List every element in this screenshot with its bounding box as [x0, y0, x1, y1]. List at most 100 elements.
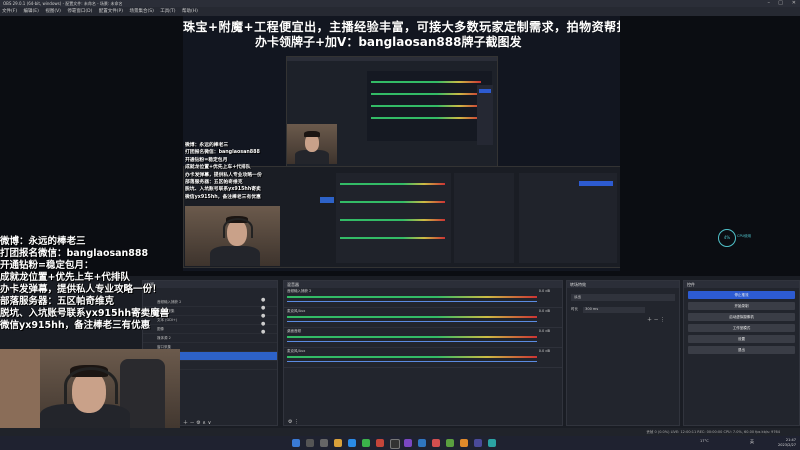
mixer-dock-title: 混音器 — [284, 281, 562, 288]
mixer-channel-db: 0.0 dB — [538, 329, 550, 333]
mixer-channel: 麦克风/Aux 0.0 dB — [284, 348, 562, 368]
controls-dock-title: 控件 — [684, 281, 799, 288]
eye-icon[interactable]: ● — [261, 305, 275, 313]
duration-row: 时长 300 ms — [571, 307, 675, 313]
transition-select[interactable]: 淡出 — [571, 294, 675, 301]
preview-canvas[interactable]: 微博：永远的棒老三 打团报名微信：banglaosan888 开通钻粉=稳定包月… — [183, 16, 620, 271]
gear-icon[interactable]: ⚙ — [196, 420, 200, 426]
mixer-channel-name: 音频输入捕获 2 — [287, 289, 312, 293]
mixer-channel-db: 0.0 dB — [538, 289, 550, 293]
stop-streaming-button[interactable]: 停止推流 — [688, 291, 795, 299]
volume-slider[interactable] — [287, 341, 537, 342]
mixer-channel: 麦克风/Aux 0.0 dB — [284, 308, 562, 328]
menu-file[interactable]: 文件(F) — [2, 9, 17, 14]
overlay-line: 开通钻粉=稳定包月： — [0, 260, 94, 271]
overlay-line: 微信yx915hh，备注棒老三有优惠 — [0, 320, 151, 331]
eye-icon[interactable]: ● — [261, 321, 275, 329]
nested-titlebar — [287, 57, 497, 61]
volume-slider[interactable] — [287, 361, 537, 362]
mixer-channel-db: 0.0 dB — [538, 349, 550, 353]
audio-meter — [287, 336, 537, 338]
maximize-icon[interactable]: □ — [778, 0, 783, 7]
edge-browser-icon[interactable] — [348, 439, 356, 447]
nested-bottom-selected-source — [320, 197, 334, 203]
overlay-line: 办卡发弹幕，提供私人专业攻略一份！ — [0, 284, 162, 295]
app-icon[interactable] — [446, 439, 454, 447]
app-icon[interactable] — [376, 439, 384, 447]
gear-icon[interactable]: ⚙ — [288, 419, 292, 425]
nested-meter-3 — [371, 105, 481, 107]
start-recording-button[interactable]: 开始录制 — [688, 302, 795, 310]
menu-scene-collection[interactable]: 场景集合(S) — [129, 9, 153, 14]
audio-meter — [287, 296, 537, 298]
close-icon[interactable]: ✕ — [792, 0, 796, 7]
system-clock[interactable]: 21:47 2023/2/27 — [778, 436, 796, 448]
menu-icon[interactable]: ⋮ — [660, 317, 665, 323]
app-icon[interactable] — [488, 439, 496, 447]
nested-mixer — [367, 71, 492, 141]
menu-docks[interactable]: 停靠窗口(D) — [67, 9, 92, 14]
add-transition-icon[interactable]: ＋ — [647, 317, 652, 323]
app-icon[interactable] — [460, 439, 468, 447]
weather[interactable]: 17°C — [700, 439, 709, 443]
nested-mixer-bottom — [336, 173, 451, 263]
mixer-dock: 混音器 音频输入捕获 2 0.0 dB 麦克风/Aux 0.0 dB 桌面音频 … — [283, 280, 563, 426]
nested-bottom-meter-4 — [340, 237, 445, 239]
volume-slider[interactable] — [287, 301, 537, 302]
overlay-line: 打团报名微信：banglaosan888 — [0, 248, 149, 259]
audio-meter — [287, 316, 537, 318]
add-source-icon[interactable]: ＋ — [183, 420, 188, 426]
app-icon[interactable] — [474, 439, 482, 447]
nested-bottom-transitions — [454, 173, 514, 263]
app-icon[interactable] — [404, 439, 412, 447]
nested-meter-1 — [371, 81, 481, 83]
chevron-up-icon[interactable]: ∧ — [202, 420, 206, 426]
source-visibility-column: ● ● ● ● ● — [261, 297, 275, 407]
eye-icon[interactable]: ● — [261, 297, 275, 305]
overlay-line: 微博：永远的棒老三 — [0, 236, 86, 247]
nested-bottom-controls — [519, 173, 617, 263]
search-icon[interactable] — [306, 439, 314, 447]
audio-meter — [287, 356, 537, 358]
nested-meter-2 — [371, 93, 481, 95]
window-titlebar: OBS 29.0.1 (64-bit, windows) - 配置文件: 未命名… — [0, 0, 800, 7]
mixer-channel: 音频输入捕获 2 0.0 dB — [284, 288, 562, 308]
menu-bar: 文件(F) 编辑(E) 视图(V) 停靠窗口(D) 配置文件(P) 场景集合(S… — [0, 7, 800, 16]
app-icon[interactable] — [418, 439, 426, 447]
transition-toolbar: ＋ － ⋮ — [647, 316, 665, 323]
start-virtual-camera-button[interactable]: 启动虚拟摄像机 — [688, 313, 795, 321]
mixer-toolbar: ⚙ ⋮ — [288, 419, 299, 425]
menu-tools[interactable]: 工具(T) — [160, 9, 175, 14]
menu-icon[interactable]: ⋮ — [294, 419, 299, 425]
file-explorer-icon[interactable] — [334, 439, 342, 447]
mixer-channel: 桌面音频 0.0 dB — [284, 328, 562, 348]
duration-input[interactable]: 300 ms — [583, 307, 646, 313]
volume-slider[interactable] — [287, 321, 537, 322]
chevron-down-icon[interactable]: ∨ — [208, 420, 212, 426]
menu-profile[interactable]: 配置文件(P) — [99, 9, 123, 14]
remove-source-icon[interactable]: － — [190, 420, 195, 426]
obs-icon[interactable] — [390, 439, 400, 449]
menu-edit[interactable]: 编辑(E) — [24, 9, 39, 14]
overlay-line: 成就龙位置+优先上车+代排队 — [0, 272, 130, 283]
eye-icon[interactable]: ● — [261, 329, 275, 337]
input-language[interactable]: 英 — [750, 439, 754, 445]
menu-view[interactable]: 视图(V) — [45, 9, 61, 14]
menu-help[interactable]: 帮助(H) — [182, 9, 198, 14]
settings-button[interactable]: 设置 — [688, 335, 795, 343]
chrome-icon[interactable] — [362, 439, 370, 447]
eye-icon[interactable]: ● — [261, 313, 275, 321]
minimize-icon[interactable]: – — [768, 0, 771, 7]
overlay-line: 脱坑、入坑账号联系yx915hh寄卖魔兽 — [0, 308, 170, 319]
mixer-channel-name: 麦克风/Aux — [287, 349, 306, 353]
studio-mode-button[interactable]: 工作室模式 — [688, 324, 795, 332]
remove-transition-icon[interactable]: － — [654, 317, 659, 323]
exit-button[interactable]: 退出 — [688, 346, 795, 354]
task-view-icon[interactable] — [320, 439, 328, 447]
source-item[interactable]: 媒体源 2 — [143, 334, 277, 343]
app-icon[interactable] — [432, 439, 440, 447]
cpu-gauge-label: CPU使用 — [737, 234, 752, 238]
nested-bottom-meter-1 — [340, 183, 445, 185]
background-shelf — [0, 349, 40, 436]
windows-start-icon[interactable] — [292, 439, 300, 447]
